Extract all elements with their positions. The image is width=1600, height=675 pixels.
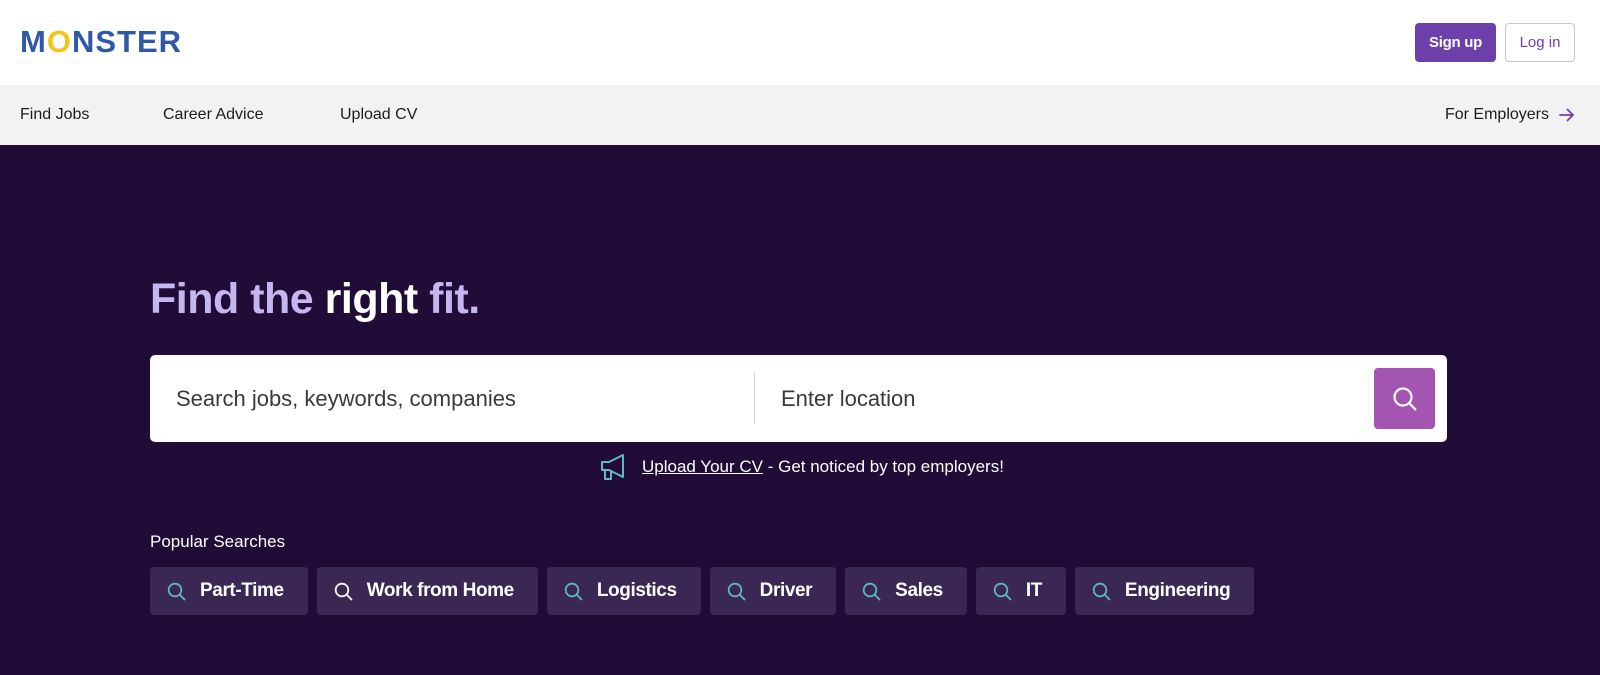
job-search-form (150, 355, 1447, 442)
arrow-right-icon (1559, 108, 1574, 122)
chip-label: Part-Time (200, 580, 284, 601)
chip-logistics[interactable]: Logistics (546, 567, 701, 615)
upload-cv-promo: Upload Your CV - Get noticed by top empl… (600, 452, 1004, 482)
sign-up-button[interactable]: Sign up (1415, 23, 1496, 62)
nav-career-advice[interactable]: Career Advice (163, 85, 264, 145)
monster-logo[interactable]: MONSTER (20, 26, 182, 58)
chip-label: Sales (895, 580, 943, 601)
logo-letter-m: M (20, 24, 47, 59)
upload-your-cv-link[interactable]: Upload Your CV (642, 457, 763, 476)
main-nav: Find Jobs Career Advice Upload CV For Em… (0, 85, 1600, 145)
popular-searches-list: Part-Time Work from Home Logistics Drive… (150, 567, 1255, 615)
nav-upload-cv[interactable]: Upload CV (340, 85, 417, 145)
for-employers-link[interactable]: For Employers (1445, 85, 1575, 145)
search-icon (334, 582, 353, 600)
upload-promo-text: - Get noticed by top employers! (762, 457, 1004, 476)
site-header: MONSTER Sign up Log in (0, 0, 1600, 85)
chip-label: Engineering (1124, 580, 1231, 601)
for-employers-label: For Employers (1444, 106, 1549, 123)
chip-it[interactable]: IT (975, 567, 1066, 615)
search-icon (993, 582, 1012, 600)
hero-title-part1: Find the (150, 275, 314, 323)
search-submit-button[interactable] (1374, 368, 1435, 429)
logo-letter-o: O (46, 24, 72, 59)
chip-label: Driver (759, 580, 813, 601)
keyword-search-input[interactable] (150, 355, 754, 442)
location-input[interactable] (755, 355, 1355, 442)
chip-label: IT (1025, 580, 1042, 601)
search-icon (862, 582, 881, 600)
search-icon (727, 582, 746, 600)
hero-title: Find the right fit. (150, 273, 480, 325)
search-icon (564, 582, 583, 600)
chip-part-time[interactable]: Part-Time (150, 567, 308, 615)
chip-driver[interactable]: Driver (709, 567, 837, 615)
chip-engineering[interactable]: Engineering (1074, 567, 1255, 615)
search-icon (1392, 386, 1417, 411)
popular-searches-label: Popular Searches (150, 532, 286, 551)
hero-title-part3: fit. (429, 275, 480, 323)
megaphone-icon (601, 454, 624, 480)
chip-label: Work from Home (366, 580, 515, 601)
hero-title-part2: right (324, 275, 419, 323)
chip-work-from-home[interactable]: Work from Home (316, 567, 538, 615)
search-icon (167, 582, 186, 600)
nav-find-jobs[interactable]: Find Jobs (20, 85, 89, 145)
search-icon (1092, 582, 1111, 600)
chip-sales[interactable]: Sales (845, 567, 967, 615)
chip-label: Logistics (596, 580, 677, 601)
log-in-button[interactable]: Log in (1505, 23, 1575, 62)
logo-letters-rest: NSTER (71, 24, 183, 59)
